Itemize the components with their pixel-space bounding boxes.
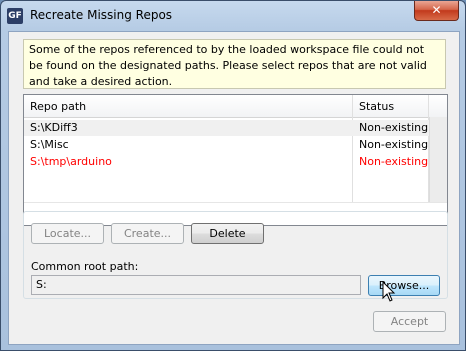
- dialog-window: GF Recreate Missing Repos ✕ Some of the …: [0, 0, 466, 351]
- table-bottom-line: [24, 202, 447, 203]
- status-cell: Non-existing: [359, 121, 429, 134]
- table-row[interactable]: S:\Misc Non-existing: [24, 137, 429, 153]
- mouse-cursor-icon: [382, 281, 396, 302]
- repo-path-cell: S:\tmp\arduino: [30, 155, 112, 168]
- repos-table[interactable]: Repo path Status S:\KDiff3 Non-existing …: [23, 94, 448, 226]
- close-button[interactable]: ✕: [414, 1, 459, 21]
- table-row[interactable]: S:\KDiff3 Non-existing: [24, 120, 429, 136]
- repo-path-cell: S:\KDiff3: [30, 121, 78, 134]
- accept-button[interactable]: Accept: [373, 311, 446, 332]
- repo-path-cell: S:\Misc: [30, 138, 69, 151]
- create-button[interactable]: Create...: [111, 223, 184, 244]
- column-header-status[interactable]: Status: [359, 100, 394, 113]
- title-bar[interactable]: GF Recreate Missing Repos ✕: [1, 1, 465, 31]
- common-root-label: Common root path:: [31, 260, 139, 273]
- status-cell: Non-existing: [359, 138, 429, 151]
- window-title: Recreate Missing Repos: [30, 8, 173, 22]
- locate-button[interactable]: Locate...: [31, 223, 104, 244]
- vertical-scrollbar[interactable]: [429, 117, 447, 202]
- info-message: Some of the repos referenced to by the l…: [23, 39, 446, 89]
- column-header-repo-path[interactable]: Repo path: [30, 100, 86, 113]
- common-root-path-field[interactable]: S:: [31, 275, 361, 295]
- app-icon: GF: [7, 8, 23, 24]
- table-header: Repo path Status: [24, 95, 447, 118]
- table-row[interactable]: S:\tmp\arduino Non-existing: [24, 154, 429, 170]
- status-cell: Non-existing: [359, 155, 429, 168]
- delete-button[interactable]: Delete: [191, 223, 264, 244]
- browse-button[interactable]: Browse...: [368, 275, 440, 296]
